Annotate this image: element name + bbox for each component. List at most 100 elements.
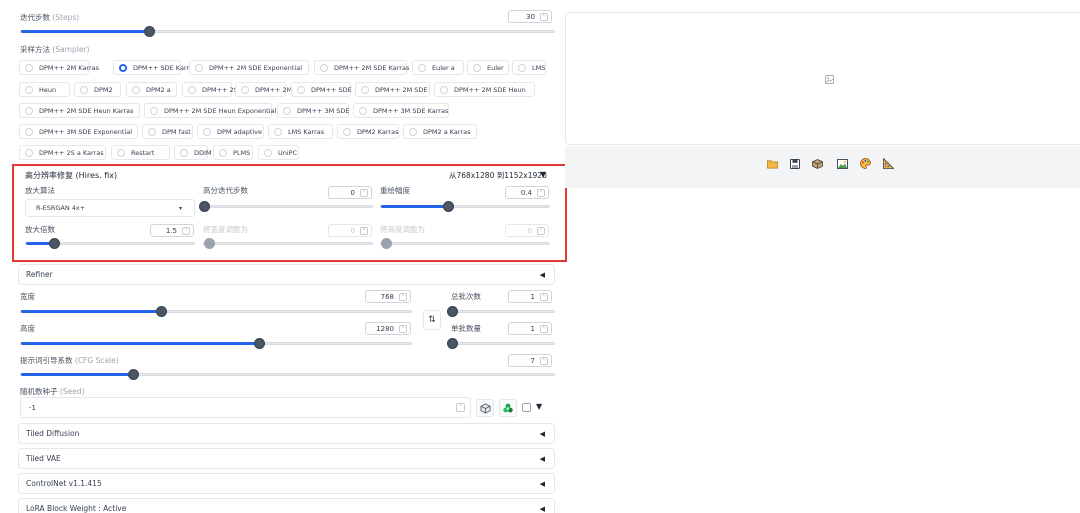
lora-block-weight-accordion[interactable]: LoRA Block Weight : Active ◀ xyxy=(18,498,555,513)
upscale-by-slider[interactable] xyxy=(25,238,195,249)
sampler-option[interactable]: DPM++ 2M SDE xyxy=(355,82,430,97)
upscale-by-input[interactable]: 1.5 ⌃ xyxy=(150,224,194,237)
slider-knob[interactable] xyxy=(254,338,265,349)
sampler-option-label: DPM++ 3M SDE Karras xyxy=(373,106,449,115)
upscaler-label: 放大算法 xyxy=(25,186,55,195)
stepper-icon[interactable]: ⌃ xyxy=(540,293,548,301)
sampler-option[interactable]: LMS xyxy=(512,60,546,75)
resize-height-input[interactable]: 0 ⌃ xyxy=(505,224,549,237)
sampler-option[interactable]: Heun xyxy=(19,82,70,97)
sampler-option-label: DPM++ 2M SDE Heun Karras xyxy=(39,106,134,115)
sampler-option[interactable]: DPM++ 3M SDE Karras xyxy=(353,103,449,118)
random-seed-button[interactable] xyxy=(476,399,494,417)
height-slider[interactable] xyxy=(20,338,412,349)
extra-seed-checkbox[interactable] xyxy=(522,403,531,412)
cfg-scale-input[interactable]: 7 ⌃ xyxy=(508,354,552,367)
send-to-inpaint-button[interactable] xyxy=(858,157,872,170)
stepper-icon[interactable]: ⌃ xyxy=(399,325,407,333)
height-input[interactable]: 1280 ⌃ xyxy=(365,322,411,335)
batch-size-input[interactable]: 1 ⌃ xyxy=(508,322,552,335)
cfg-scale-slider[interactable] xyxy=(20,369,555,380)
sampler-option[interactable]: DPM++ 2M SDE Karras xyxy=(314,60,409,75)
expand-triangle-icon[interactable]: ▼ xyxy=(536,402,542,411)
stepper-icon[interactable]: ⌃ xyxy=(537,189,545,197)
stepper-icon[interactable]: ⌃ xyxy=(360,227,368,235)
sampler-option[interactable]: DPM++ 2S a xyxy=(182,82,244,97)
slider-knob[interactable] xyxy=(447,338,458,349)
stepper-icon[interactable]: ⌃ xyxy=(540,325,548,333)
slider-knob[interactable] xyxy=(156,306,167,317)
collapse-triangle-icon[interactable]: ▼ xyxy=(540,170,546,179)
resize-width-slider[interactable] xyxy=(203,238,373,249)
sampler-option[interactable]: DPM++ SDE xyxy=(291,82,352,97)
tiled-vae-accordion[interactable]: Tiled VAE ◀ xyxy=(18,448,555,469)
width-input[interactable]: 768 ⌃ xyxy=(365,290,411,303)
sampler-option[interactable]: DPM2 xyxy=(74,82,121,97)
send-to-extras-button[interactable] xyxy=(881,157,895,170)
sampler-option[interactable]: DPM++ 3M SDE Exponential xyxy=(19,124,138,139)
slider-knob[interactable] xyxy=(144,26,155,37)
batch-count-input[interactable]: 1 ⌃ xyxy=(508,290,552,303)
batch-size-slider[interactable] xyxy=(447,338,555,349)
slider-knob[interactable] xyxy=(443,201,454,212)
swap-dimensions-button[interactable]: ⇅ xyxy=(423,310,441,330)
sampler-option[interactable]: DPM adaptive xyxy=(197,124,264,139)
sampler-option[interactable]: DPM++ 2M SDE Heun Karras xyxy=(19,103,140,118)
width-slider[interactable] xyxy=(20,306,412,317)
stepper-icon[interactable]: ⌃ xyxy=(456,403,465,412)
slider-knob[interactable] xyxy=(199,201,210,212)
upscaler-select[interactable]: R-ESRGAN 4x+ ▾ xyxy=(25,199,195,217)
stepper-icon[interactable]: ⌃ xyxy=(540,357,548,365)
open-folder-button[interactable] xyxy=(765,157,779,170)
stepper-icon[interactable]: ⌃ xyxy=(182,227,190,235)
resize-width-input[interactable]: 0 ⌃ xyxy=(328,224,372,237)
steps-input[interactable]: 30 ⌃ xyxy=(508,10,552,23)
batch-count-slider[interactable] xyxy=(447,306,555,317)
sampler-option[interactable]: DPM++ 2M Karras xyxy=(19,60,99,75)
sampler-option[interactable]: DPM2 a xyxy=(126,82,177,97)
sampler-option[interactable]: DPM2 Karras xyxy=(337,124,399,139)
sampler-option[interactable]: PLMS xyxy=(213,145,253,160)
send-to-img2img-button[interactable] xyxy=(835,157,849,170)
sampler-option[interactable]: DPM++ 2S a Karras xyxy=(19,145,106,160)
stepper-icon[interactable]: ⌃ xyxy=(399,293,407,301)
steps-slider[interactable] xyxy=(20,26,555,37)
sampler-option[interactable]: DPM++ 2M xyxy=(235,82,292,97)
refiner-accordion[interactable]: Refiner ◀ xyxy=(18,264,555,285)
slider-knob[interactable] xyxy=(447,306,458,317)
sampler-option[interactable]: DPM++ SDE Karras xyxy=(113,60,197,75)
sampler-option[interactable]: LMS Karras xyxy=(268,124,333,139)
sampler-option[interactable]: Restart xyxy=(111,145,170,160)
denoise-slider[interactable] xyxy=(380,201,550,212)
controlnet-accordion[interactable]: ControlNet v1.1.415 ◀ xyxy=(18,473,555,494)
sampler-option[interactable]: DPM++ 2M SDE Exponential xyxy=(189,60,309,75)
hires-steps-slider[interactable] xyxy=(199,201,373,212)
hires-steps-input[interactable]: 0 ⌃ xyxy=(328,186,372,199)
sampler-option[interactable]: Euler xyxy=(467,60,509,75)
save-button[interactable] xyxy=(788,157,802,170)
stepper-icon[interactable]: ⌃ xyxy=(540,13,548,21)
stepper-icon[interactable]: ⌃ xyxy=(360,189,368,197)
sampler-option[interactable]: DDIM xyxy=(174,145,212,160)
sampler-option[interactable]: DPM fast xyxy=(142,124,193,139)
sampler-option[interactable]: UniPC xyxy=(258,145,299,160)
denoise-input[interactable]: 0.4 ⌃ xyxy=(505,186,549,199)
slider-knob[interactable] xyxy=(381,238,392,249)
slider-knob[interactable] xyxy=(49,238,60,249)
stepper-icon[interactable]: ⌃ xyxy=(537,227,545,235)
image-output-area[interactable] xyxy=(565,12,1080,145)
sampler-option-label: Euler xyxy=(487,63,504,72)
sampler-option[interactable]: DPM++ 3M SDE xyxy=(277,103,350,118)
slider-knob[interactable] xyxy=(204,238,215,249)
zip-button[interactable] xyxy=(810,157,824,170)
tiled-diffusion-accordion[interactable]: Tiled Diffusion ◀ xyxy=(18,423,555,444)
sampler-option[interactable]: DPM++ 2M SDE Heun Exponential xyxy=(144,103,276,118)
hires-fix-title[interactable]: 高分辨率修复 (Hires. fix) xyxy=(25,170,117,181)
sampler-option[interactable]: Euler a xyxy=(412,60,464,75)
seed-input[interactable]: -1 ⌃ xyxy=(20,397,471,418)
slider-knob[interactable] xyxy=(128,369,139,380)
sampler-option[interactable]: DPM++ 2M SDE Heun xyxy=(434,82,535,97)
sampler-option[interactable]: DPM2 a Karras xyxy=(403,124,477,139)
resize-height-slider[interactable] xyxy=(380,238,550,249)
reuse-seed-button[interactable] xyxy=(499,399,517,417)
